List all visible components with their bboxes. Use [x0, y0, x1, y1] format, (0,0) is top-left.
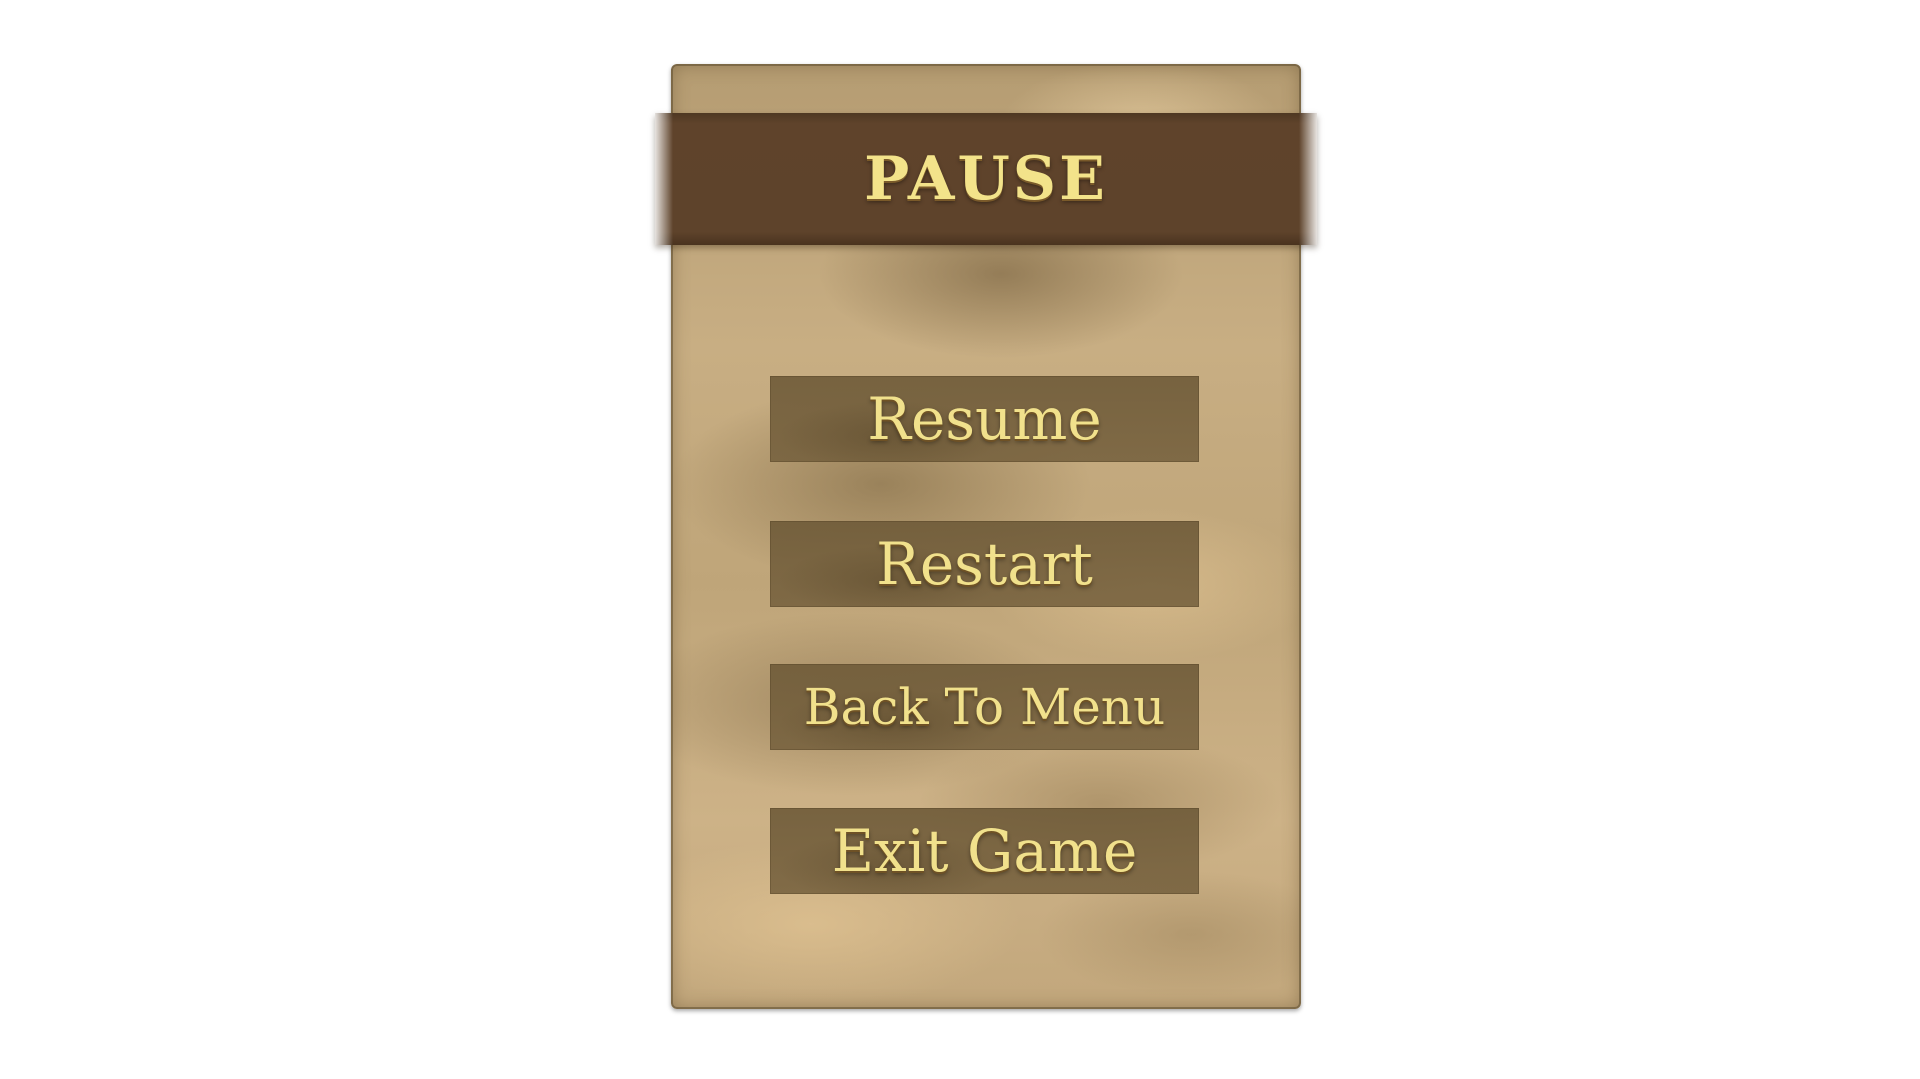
pause-screen: PAUSE Resume Restart Back To Menu Exit G… — [0, 0, 1920, 1079]
pause-title: PAUSE — [864, 144, 1108, 214]
pause-header-banner: PAUSE — [655, 113, 1317, 245]
back-to-menu-button[interactable]: Back To Menu — [770, 664, 1199, 750]
exit-game-button[interactable]: Exit Game — [770, 808, 1199, 894]
restart-button[interactable]: Restart — [770, 521, 1199, 607]
resume-button[interactable]: Resume — [770, 376, 1199, 462]
